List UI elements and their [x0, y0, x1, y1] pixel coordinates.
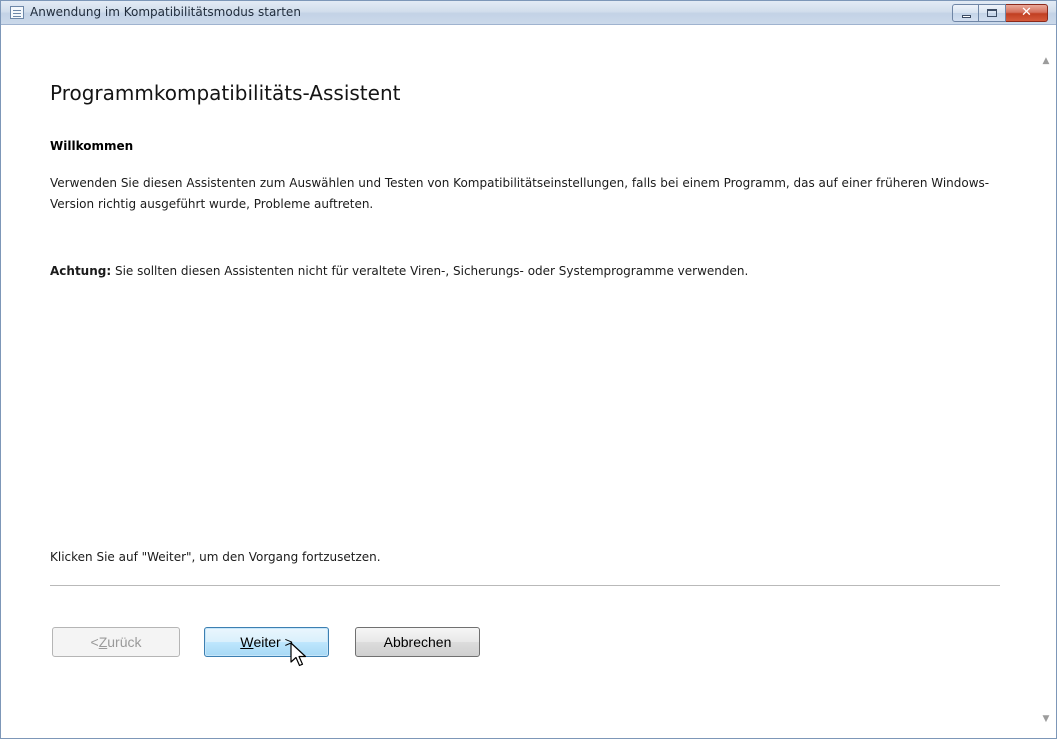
continue-instruction: Klicken Sie auf "Weiter", um den Vorgang…	[50, 550, 381, 564]
close-button[interactable]: ✕	[1006, 4, 1048, 22]
compatibility-wizard-window: Anwendung im Kompatibilitätsmodus starte…	[0, 0, 1057, 739]
warning-label: Achtung:	[50, 264, 112, 278]
next-button-label: eiter >	[253, 634, 293, 650]
back-button-label: urück	[107, 634, 142, 650]
minimize-button[interactable]	[952, 4, 979, 22]
back-button[interactable]: < Zurück	[52, 627, 180, 657]
warning-text: Sie sollten diesen Assistenten nicht für…	[111, 264, 749, 278]
scroll-up-arrow-icon[interactable]: ▲	[1040, 56, 1052, 66]
title-bar[interactable]: Anwendung im Kompatibilitätsmodus starte…	[1, 1, 1056, 25]
next-button-mnemonic: W	[240, 634, 254, 650]
wizard-subheading: Willkommen	[50, 139, 134, 153]
cancel-button[interactable]: Abbrechen	[355, 627, 480, 657]
footer-divider	[50, 585, 1000, 586]
minimize-icon	[962, 15, 971, 18]
wizard-description: Verwenden Sie diesen Assistenten zum Aus…	[50, 176, 990, 211]
maximize-button[interactable]	[979, 4, 1006, 22]
mouse-pointer-icon	[290, 642, 307, 667]
caption-buttons: ✕	[952, 4, 1048, 22]
close-icon: ✕	[1021, 5, 1032, 20]
wizard-heading: Programmkompatibilitäts-Assistent	[50, 81, 401, 105]
maximize-icon	[987, 9, 997, 17]
window-title: Anwendung im Kompatibilitätsmodus starte…	[30, 5, 301, 19]
back-button-mnemonic: Z	[98, 634, 108, 650]
back-button-prefix: <	[90, 634, 99, 650]
window-list-icon[interactable]	[10, 6, 24, 19]
wizard-warning: Achtung: Sie sollten diesen Assistenten …	[50, 264, 1010, 278]
next-button[interactable]: Weiter >	[204, 627, 329, 657]
scroll-down-arrow-icon[interactable]: ▼	[1040, 714, 1052, 724]
